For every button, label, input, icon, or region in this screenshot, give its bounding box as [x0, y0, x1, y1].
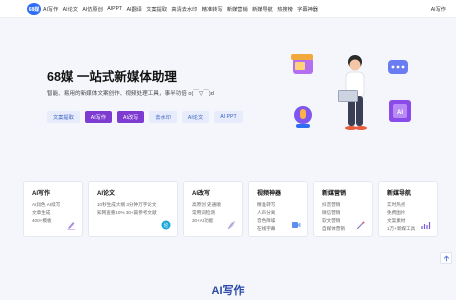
paper-badge-icon: 论 — [161, 220, 171, 230]
card-line: AI润色 AI续写 — [32, 202, 61, 207]
chip-ai-rewrite[interactable]: AI改写 — [117, 111, 145, 123]
nav-menu: AI写作 AI论文 AI仿原创 AIPPT AI翻译 文案提取 高清去水印 精准… — [43, 0, 318, 18]
nav-item-watermark-remove[interactable]: 高清去水印 — [171, 6, 197, 13]
microphone-icon — [294, 106, 312, 128]
chip-watermark-remove[interactable]: 去水印 — [149, 111, 177, 123]
svg-text:AI: AI — [397, 110, 403, 116]
page-title: 68媒 一站式新媒体助理 — [47, 70, 177, 84]
nav-right-ai-writing[interactable]: AI写作 — [431, 6, 446, 13]
card-line: 文章生成 — [32, 210, 51, 215]
nav-item-ai-paper[interactable]: AI论文 — [63, 6, 78, 13]
svg-text:论: 论 — [163, 222, 168, 229]
card-line: 实时热点 — [387, 202, 406, 207]
ai-chip-icon: AI — [389, 100, 411, 122]
card-line: 精准转写 — [257, 202, 276, 207]
card-line: 人声分离 — [257, 210, 276, 215]
nav-item-ai-original[interactable]: AI仿原创 — [82, 6, 102, 13]
card-line: 抖音营销 — [322, 202, 341, 207]
nav-item-navigation[interactable]: 新媒导航 — [252, 6, 273, 13]
pen-icon — [67, 222, 75, 230]
nav-item-ai-ppt[interactable]: AIPPT — [107, 6, 122, 12]
hero-illustration: AI — [291, 54, 411, 130]
top-navigation: 68媒 AI写作 AI论文 AI仿原创 AIPPT AI翻译 文案提取 高清去水… — [0, 0, 456, 18]
nav-item-ai-translate[interactable]: AI翻译 — [127, 6, 142, 13]
section-title: AI写作 — [211, 285, 245, 297]
nav-item-marketing[interactable]: 新媒营销 — [227, 6, 248, 13]
nav-item-transcribe[interactable]: 精准转写 — [202, 6, 223, 13]
feature-cards: AI写作 AI润色 AI续写 文章生成 400+模板 AI论文 10秒生成大纲 … — [23, 181, 438, 237]
page-subtitle: 智能、易用的新媒体文案创作、视频处理工具，事半功倍 o(￣▽￣)d — [47, 91, 214, 97]
site-logo[interactable]: 68媒 — [27, 3, 41, 15]
arrow-up-icon — [443, 254, 449, 261]
card-title: 新媒导航 — [387, 191, 412, 197]
nav-item-subtitle[interactable]: 字幕神器 — [297, 6, 318, 13]
card-line: 10秒生成大纲 3分钟万字论文 — [97, 202, 157, 207]
nav-item-ai-writing[interactable]: AI写作 — [43, 6, 58, 13]
card-title: AI写作 — [32, 191, 51, 197]
card-title: AI论文 — [97, 191, 116, 197]
chart-icon — [421, 222, 431, 229]
chip-text-extract[interactable]: 文案提取 — [47, 111, 80, 123]
chip-ai-writing[interactable]: AI写作 — [84, 111, 113, 123]
chat-bubble-icon — [388, 60, 408, 74]
wand-icon — [356, 220, 366, 230]
person-figure — [338, 55, 367, 130]
card-navigation[interactable]: 新媒导航 实时热点 免费图片 文案素材 1万+新媒工具 — [378, 181, 438, 237]
quick-links: 文案提取 AI写作 AI改写 去水印 AI论文 AI PPT — [47, 111, 243, 123]
card-line: 微信营销 — [322, 210, 341, 215]
card-ai-rewrite[interactable]: AI改写 高原创 史通顺 常用词检测 30+AI功能 — [183, 181, 243, 237]
card-marketing[interactable]: 新媒营销 抖音营销 微信营销 软文营销 自媒体营销 — [313, 181, 373, 237]
card-ai-writing[interactable]: AI写作 AI润色 AI续写 文章生成 400+模板 — [23, 181, 83, 237]
card-video-tools[interactable]: 视频神器 精准转写 人声分离 音色降噪 在线字幕 — [248, 181, 308, 237]
card-line: 高原创 史通顺 — [192, 202, 221, 207]
feather-icon — [227, 221, 235, 230]
chip-ai-paper[interactable]: AI论文 — [181, 111, 210, 123]
magic-video-icon — [292, 222, 301, 228]
card-title: AI改写 — [192, 191, 211, 197]
card-line: 免费图片 — [387, 210, 406, 215]
card-title: 新媒营销 — [322, 191, 347, 197]
card-line: 知网查重10% 30+篇参考文献 — [97, 210, 157, 215]
back-to-top-button[interactable] — [440, 252, 452, 264]
nav-item-text-extract[interactable]: 文案提取 — [146, 6, 167, 13]
nav-item-hot-list[interactable]: 热搜榜 — [277, 6, 293, 13]
chip-ai-ppt[interactable]: AI PPT — [214, 111, 243, 123]
card-ai-paper[interactable]: AI论文 10秒生成大纲 3分钟万字论文 知网查重10% 30+篇参考文献 论 — [88, 181, 178, 237]
video-tile-icon — [291, 54, 313, 74]
card-title: 视频神器 — [257, 191, 282, 197]
card-line: 常用词检测 — [192, 210, 215, 215]
